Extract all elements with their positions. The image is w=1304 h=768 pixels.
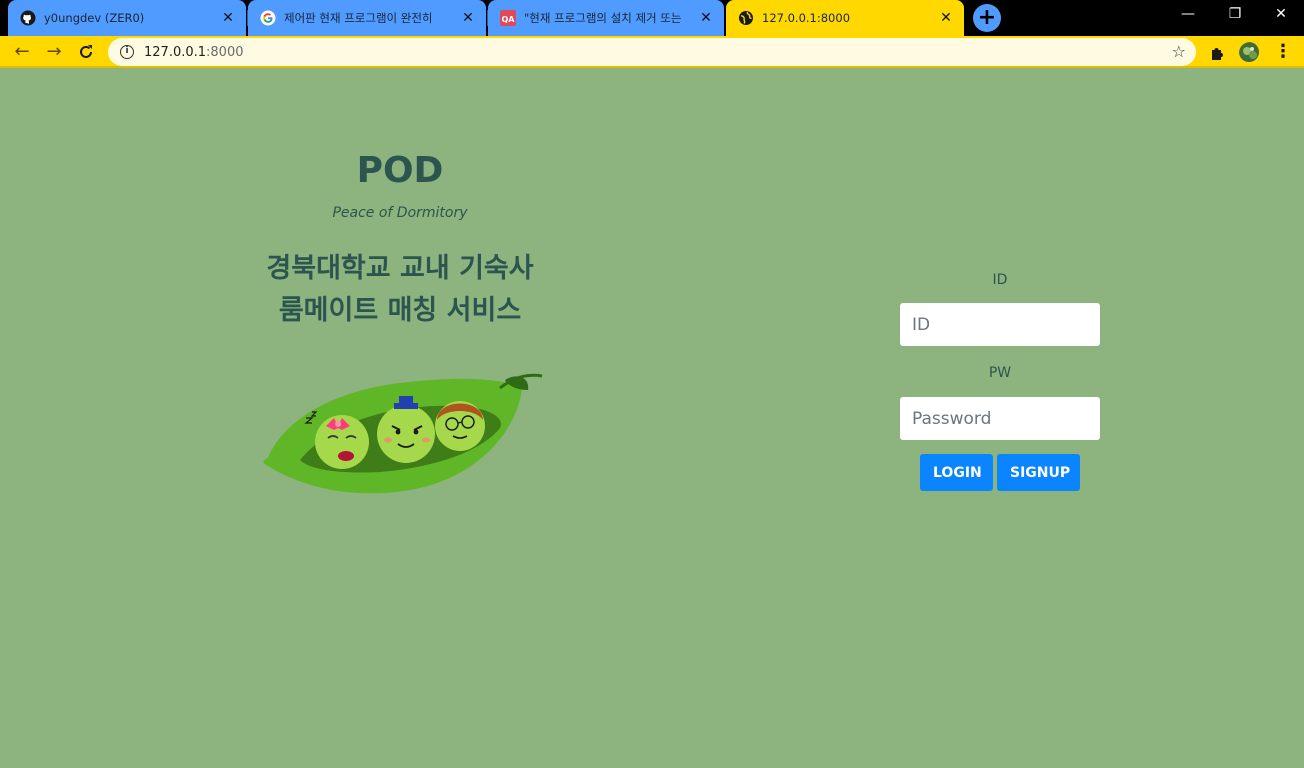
login-button[interactable]: LOGIN [920, 454, 993, 491]
forward-icon[interactable]: → [42, 40, 66, 64]
profile-avatar[interactable] [1239, 42, 1259, 62]
restore-icon[interactable]: ❐ [1212, 0, 1258, 30]
id-label: ID [992, 272, 1008, 288]
tab-qa[interactable]: QA "현재 프로그램의 설치 제거 또는 ✕ [488, 0, 724, 36]
url-text: 127.0.0.1:8000 [144, 44, 244, 60]
github-icon [20, 10, 36, 26]
service-description: 경북대학교 교내 기숙사 룸메이트 매칭 서비스 [200, 248, 600, 332]
tab-google[interactable]: 제어판 현재 프로그램이 완전히 ✕ [248, 0, 486, 36]
close-tab-icon[interactable]: ✕ [460, 10, 476, 26]
close-tab-icon[interactable]: ✕ [698, 10, 714, 26]
globe-icon [738, 10, 754, 26]
tab-title: "현재 프로그램의 설치 제거 또는 [524, 11, 682, 25]
qa-icon: QA [500, 10, 516, 26]
extensions-icon[interactable] [1208, 42, 1228, 62]
tab-strip: y0ungdev (ZER0) ✕ 제어판 현재 프로그램이 완전히 ✕ QA … [0, 0, 1304, 36]
new-tab-button[interactable]: + [973, 4, 1001, 32]
tab-title: y0ungdev (ZER0) [44, 11, 145, 25]
peapod-illustration [263, 373, 543, 494]
site-info-icon[interactable]: i [120, 45, 134, 59]
page-subtitle: Peace of Dormitory [332, 205, 468, 221]
tab-localhost[interactable]: 127.0.0.1:8000 ✕ [726, 0, 964, 36]
password-input[interactable] [900, 397, 1100, 440]
button-row: LOGIN SIGNUP [920, 454, 1080, 491]
tab-title: 127.0.0.1:8000 [762, 11, 851, 25]
svg-text:QA: QA [502, 15, 516, 24]
tab-github[interactable]: y0ungdev (ZER0) ✕ [8, 0, 246, 36]
signup-button[interactable]: SIGNUP [997, 454, 1080, 491]
bookmark-star-icon[interactable]: ☆ [1172, 42, 1186, 61]
browser-toolbar: ← → i 127.0.0.1:8000 ☆ ⋮ [0, 36, 1304, 68]
description-line-2: 룸메이트 매칭 서비스 [278, 295, 522, 326]
back-icon[interactable]: ← [10, 40, 34, 64]
login-form: ID PW LOGIN SIGNUP [900, 270, 1100, 491]
address-bar[interactable]: i 127.0.0.1:8000 ☆ [108, 38, 1196, 66]
menu-kebab-icon[interactable]: ⋮ [1274, 42, 1292, 62]
id-input[interactable] [900, 303, 1100, 346]
close-tab-icon[interactable]: ✕ [220, 10, 236, 26]
google-icon [260, 10, 276, 26]
tab-title: 제어판 현재 프로그램이 완전히 [284, 11, 433, 25]
close-window-icon[interactable]: ✕ [1258, 0, 1304, 30]
close-tab-icon[interactable]: ✕ [938, 10, 954, 26]
brand-block: POD Peace of Dormitory [250, 150, 550, 221]
description-line-1: 경북대학교 교내 기숙사 [266, 253, 534, 284]
minimize-icon[interactable]: — [1165, 0, 1211, 30]
page-title: POD [356, 150, 444, 191]
reload-icon[interactable] [74, 40, 98, 64]
pw-label: PW [988, 365, 1012, 381]
